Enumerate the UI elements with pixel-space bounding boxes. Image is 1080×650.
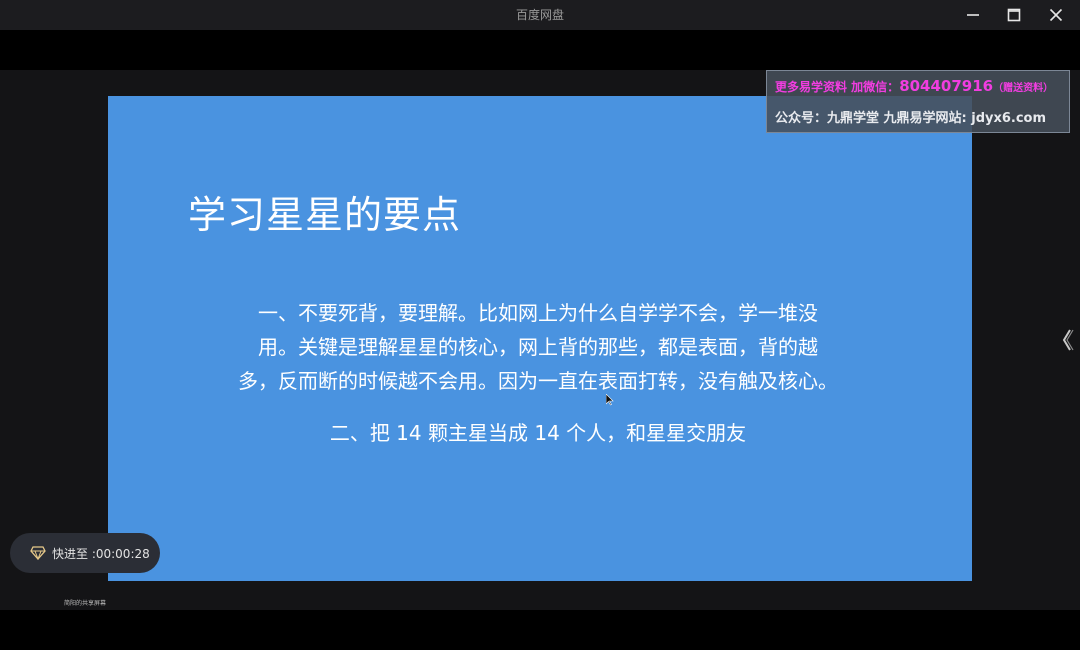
watermark-suffix: （赠送资料） bbox=[993, 83, 1054, 94]
side-panel-toggle[interactable] bbox=[1058, 325, 1076, 355]
diamond-icon bbox=[30, 546, 46, 560]
mouse-cursor-icon bbox=[605, 391, 614, 410]
minimize-icon bbox=[967, 14, 979, 16]
watermark-prefix: 更多易学资料 加微信： bbox=[775, 80, 900, 94]
presentation-slide: 学习星星的要点 一、不要死背，要理解。比如网上为什么自学学不会，学一堆没 用。关… bbox=[108, 96, 972, 581]
slide-title: 学习星星的要点 bbox=[188, 193, 462, 237]
close-icon bbox=[1049, 8, 1063, 22]
slide-point-one-line-2: 用。关键是理解星星的核心，网上背的那些，都是表面，背的越 bbox=[258, 335, 818, 359]
chevron-left-icon bbox=[1062, 329, 1074, 351]
watermark-number: 804407916 bbox=[899, 77, 994, 95]
window-title: 百度网盘 bbox=[515, 8, 564, 22]
maximize-button[interactable] bbox=[994, 0, 1034, 30]
watermark-line-1: 更多易学资料 加微信：804407916（赠送资料） bbox=[775, 77, 1053, 95]
close-button[interactable] bbox=[1036, 0, 1076, 30]
maximize-icon bbox=[1007, 8, 1021, 22]
slide-point-one-line-1: 一、不要死背，要理解。比如网上为什么自学学不会，学一堆没 bbox=[258, 301, 818, 325]
minimize-button[interactable] bbox=[953, 0, 993, 30]
shared-screen-caption: 简阳的共享屏幕 bbox=[64, 600, 107, 607]
slide-point-one-line-3: 多，反而断的时候越不会用。因为一直在表面打转，没有触及核心。 bbox=[238, 369, 838, 393]
app-window: 百度网盘 学习星星的要点 一、不要死背，要理解。比如网上为什么自学学不会，学一堆… bbox=[0, 0, 1080, 650]
fast-forward-toast: 快进至 :00:00:28 bbox=[10, 533, 160, 573]
fast-forward-label: 快进至 :00:00:28 bbox=[52, 546, 150, 561]
watermark-line-2: 公众号：九鼎学堂 九鼎易学网站: jdyx6.com bbox=[775, 111, 1047, 126]
letterbox-top bbox=[0, 30, 1080, 70]
letterbox-bottom bbox=[0, 610, 1080, 650]
title-bar: 百度网盘 bbox=[0, 0, 1080, 30]
watermark-banner: 更多易学资料 加微信：804407916（赠送资料） 公众号：九鼎学堂 九鼎易学… bbox=[766, 70, 1070, 133]
slide-point-two: 二、把 14 颗主星当成 14 个人，和星星交朋友 bbox=[329, 421, 747, 445]
slide-point-one: 一、不要死背，要理解。比如网上为什么自学学不会，学一堆没 用。关键是理解星星的核… bbox=[198, 296, 878, 398]
